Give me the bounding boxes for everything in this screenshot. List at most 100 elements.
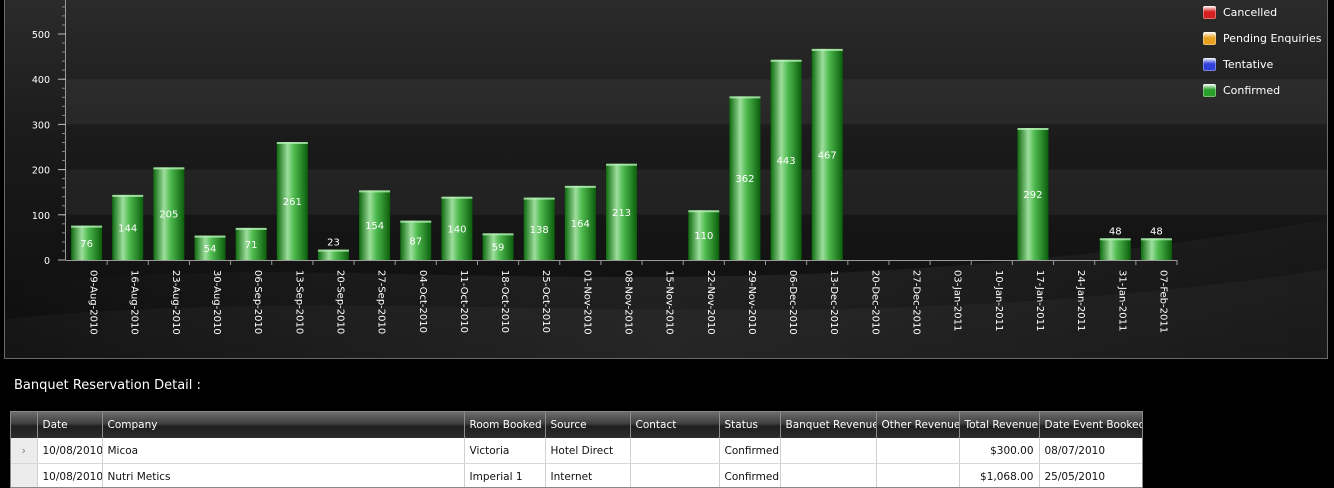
bar-cap [811, 48, 843, 51]
legend-item-cancelled[interactable]: Cancelled [1203, 0, 1327, 25]
y-tick-label: 400 [32, 75, 50, 86]
bar-cap [359, 190, 391, 193]
bar-value-label: 138 [530, 225, 549, 236]
bar-value-label: 213 [612, 208, 631, 219]
x-tick-label: 16-Aug-2010 [129, 270, 140, 335]
bar-cap [688, 210, 720, 213]
bar-value-label: 87 [409, 236, 422, 247]
reservation-table: Date Company Room Booked Source Contact … [10, 411, 1143, 488]
x-tick-label: 23-Aug-2010 [170, 270, 181, 335]
x-tick-label: 04-Oct-2010 [417, 270, 428, 333]
legend-label-confirmed: Confirmed [1223, 83, 1281, 97]
x-tick-label: 09-Aug-2010 [88, 270, 99, 335]
bar-value-label: 23 [327, 238, 340, 249]
x-tick-label: 22-Nov-2010 [705, 270, 716, 335]
cell-date-event-booked: 08/07/2010 [1039, 438, 1142, 464]
x-tick-label: 27-Sep-2010 [376, 270, 387, 334]
x-tick-label: 13-Sep-2010 [293, 270, 304, 334]
legend-swatch-pending-enquiries [1203, 31, 1216, 45]
x-tick-label: 17-Jan-2011 [1034, 270, 1045, 331]
x-tick-label: 11-Oct-2010 [458, 270, 469, 333]
cell-room-booked: Imperial 1 [464, 463, 546, 487]
cell-other-revenue [876, 463, 960, 487]
bar-cap [1017, 128, 1049, 131]
x-tick-label: 06-Dec-2010 [787, 270, 798, 335]
bar-cap [606, 163, 637, 166]
y-tick-label: 500 [32, 30, 50, 41]
bar-cap [1140, 238, 1172, 241]
bar-cap [153, 167, 185, 170]
legend-swatch-confirmed [1203, 83, 1216, 97]
column-header-banquet-revenue[interactable]: Banquet Revenue [780, 412, 877, 438]
plot-band [66, 79, 1327, 125]
legend-item-confirmed[interactable]: Confirmed [1203, 77, 1327, 103]
cell-date: 10/08/2010 [37, 463, 103, 487]
bar-cap [235, 227, 267, 230]
x-tick-label: 20-Sep-2010 [334, 270, 345, 334]
bar-chart: 0 100 200 300 400 500 76 144 205 54 71 261 23 154 87 1… [5, 0, 1327, 358]
x-tick-label: 01-Nov-2010 [581, 270, 592, 335]
bar-value-label: 48 [1150, 226, 1163, 237]
cell-banquet-revenue [780, 463, 877, 487]
x-tick-label: 29-Nov-2010 [746, 270, 757, 335]
column-header-contact[interactable]: Contact [630, 412, 720, 438]
table-row[interactable]: › 10/08/2010 Micoa Victoria Hotel Direct… [11, 438, 1142, 464]
legend-item-tentative[interactable]: Tentative [1203, 51, 1327, 77]
column-header-source[interactable]: Source [545, 412, 631, 438]
bar-value-label: 164 [571, 219, 590, 230]
column-header-status[interactable]: Status [719, 412, 781, 438]
column-header-date[interactable]: Date [37, 412, 103, 438]
cell-date-event-booked: 25/05/2010 [1039, 463, 1142, 487]
bar-cap [317, 249, 349, 252]
x-tick-label: 18-Oct-2010 [499, 270, 510, 333]
plot-band [66, 169, 1327, 215]
column-header-other-revenue[interactable]: Other Revenue [876, 412, 960, 438]
cell-source: Internet [545, 463, 631, 487]
bar-cap [400, 220, 432, 223]
cell-total-revenue: $300.00 [959, 438, 1040, 464]
legend-label-tentative: Tentative [1223, 57, 1274, 71]
plot-bands [66, 79, 1327, 215]
bar-cap [441, 196, 473, 199]
column-header-selector [11, 412, 38, 438]
legend-item-pending-enquiries[interactable]: Pending Enquiries [1203, 25, 1327, 51]
cell-company: Nutri Metics [102, 463, 465, 487]
column-header-total-revenue[interactable]: Total Revenue [959, 412, 1040, 438]
legend-swatch-tentative [1203, 57, 1216, 71]
column-header-room-booked[interactable]: Room Booked [464, 412, 546, 438]
row-selector-icon[interactable]: › [11, 438, 38, 464]
x-tick-label: 25-Oct-2010 [540, 270, 551, 333]
bar-value-label: 144 [118, 223, 137, 234]
bar-value-label: 292 [1023, 190, 1042, 201]
cell-source: Hotel Direct [545, 438, 631, 464]
x-tick-label: 08-Nov-2010 [623, 270, 634, 335]
table-header-row: Date Company Room Booked Source Contact … [11, 412, 1142, 438]
column-header-date-event-booked[interactable]: Date Event Booked [1039, 412, 1142, 438]
section-title: Banquet Reservation Detail : [14, 378, 201, 393]
x-tick-label: 10-Jan-2011 [993, 270, 1004, 331]
x-tick-label: 15-Nov-2010 [664, 270, 675, 335]
x-tick-label: 30-Aug-2010 [211, 270, 222, 335]
bar-value-label: 140 [447, 224, 466, 235]
x-tick-label: 27-Dec-2010 [911, 270, 922, 335]
bar-value-label: 261 [283, 197, 302, 208]
bar-value-label: 76 [80, 239, 93, 250]
x-tick-label: 31-Jan-2011 [1116, 270, 1127, 331]
bar-value-label: 362 [735, 174, 754, 185]
bar-cap [523, 197, 555, 200]
bar-value-label: 205 [159, 210, 178, 221]
bar-value-label: 154 [365, 221, 384, 232]
column-header-company[interactable]: Company [102, 412, 465, 438]
row-selector-cell[interactable] [11, 463, 38, 487]
cell-company: Micoa [102, 438, 465, 464]
bar-value-label: 54 [204, 244, 217, 255]
x-tick-label: 24-Jan-2011 [1075, 270, 1086, 331]
bar-cap [112, 194, 144, 197]
legend-label-pending-enquiries: Pending Enquiries [1223, 31, 1322, 45]
table-row[interactable]: 10/08/2010 Nutri Metics Imperial 1 Inter… [11, 463, 1142, 487]
bar [1140, 238, 1172, 260]
bar-value-label: 48 [1109, 226, 1122, 237]
cell-room-booked: Victoria [464, 438, 546, 464]
bar-cap [194, 235, 226, 238]
x-tick-label: 03-Jan-2011 [952, 270, 963, 331]
